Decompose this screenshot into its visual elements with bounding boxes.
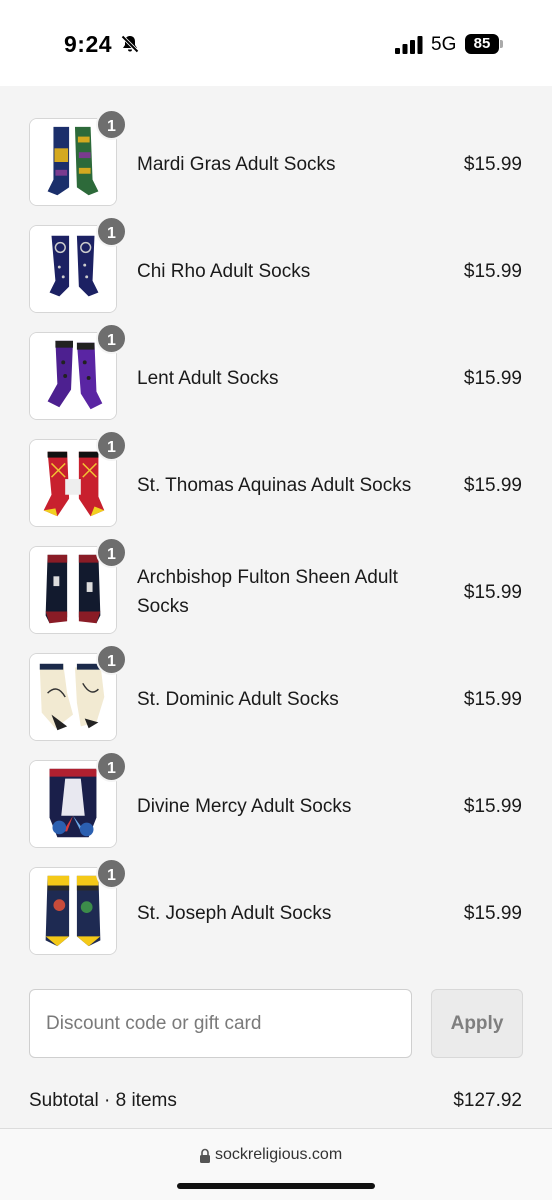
item-price: $15.99	[463, 154, 522, 175]
cart-item[interactable]: 1 St. Dominic Adult Socks $15.99	[0, 642, 552, 749]
status-bar: 9:24 5G 85	[0, 0, 552, 86]
subtotal-value: $127.92	[453, 1090, 522, 1111]
quantity-badge: 1	[96, 216, 127, 247]
item-price: $15.99	[463, 903, 522, 924]
quantity-badge: 1	[96, 858, 127, 889]
item-name: Divine Mercy Adult Socks	[137, 796, 352, 817]
item-price: $15.99	[463, 261, 522, 282]
quantity-badge: 1	[96, 644, 127, 675]
item-price: $15.99	[463, 582, 522, 603]
cart-item[interactable]: 1 Chi Rho Adult Socks $15.99	[0, 214, 552, 321]
cart-item[interactable]: 1 Lent Adult Socks $15.99	[0, 321, 552, 428]
battery-level: 85	[473, 35, 491, 52]
discount-code-input[interactable]	[29, 989, 412, 1058]
quantity-badge: 1	[96, 751, 127, 782]
item-name: St. Joseph Adult Socks	[137, 903, 332, 924]
item-name: St. Thomas Aquinas Adult Socks	[137, 475, 412, 496]
home-indicator[interactable]	[177, 1183, 375, 1189]
cart-item[interactable]: 1 Mardi Gras Adult Socks $15.99	[0, 107, 552, 214]
cart-item[interactable]: 1 Archbishop Fulton Sheen Adult Socks $1…	[0, 535, 552, 642]
item-price: $15.99	[463, 368, 522, 389]
item-name: Chi Rho Adult Socks	[137, 261, 311, 282]
cart-item[interactable]: 1 St. Joseph Adult Socks $15.99	[0, 856, 552, 963]
signal-bars-icon	[395, 36, 423, 54]
battery-icon: 85	[465, 34, 505, 54]
item-name: St. Dominic Adult Socks	[137, 689, 339, 710]
apply-button[interactable]: Apply	[431, 989, 523, 1058]
quantity-badge: 1	[96, 323, 127, 354]
status-time: 9:24	[64, 31, 113, 57]
item-price: $15.99	[463, 475, 522, 496]
item-name: Archbishop Fulton Sheen Adult Socks	[137, 567, 398, 617]
browser-url-bar[interactable]: sockreligious.com	[0, 1128, 552, 1200]
item-price: $15.99	[463, 689, 522, 710]
network-label: 5G	[431, 34, 457, 55]
url-text[interactable]: sockreligious.com	[215, 1146, 342, 1164]
lock-icon	[200, 1148, 210, 1163]
cart-item[interactable]: 1 St. Thomas Aquinas Adult Socks $15.99	[0, 428, 552, 535]
item-name: Lent Adult Socks	[137, 368, 279, 389]
item-price: $15.99	[463, 796, 522, 817]
item-name: Mardi Gras Adult Socks	[137, 154, 336, 175]
quantity-badge: 1	[96, 109, 127, 140]
cart-item[interactable]: 1 Divine Mercy Adult Socks $15.99	[0, 749, 552, 856]
cart-item-list: 1 Mardi Gras Adult Socks $15.99 1 Chi Rh…	[0, 107, 552, 963]
subtotal-label: Subtotal · 8 items	[29, 1090, 177, 1111]
bell-slash-icon	[120, 34, 140, 54]
quantity-badge: 1	[96, 537, 127, 568]
quantity-badge: 1	[96, 430, 127, 461]
